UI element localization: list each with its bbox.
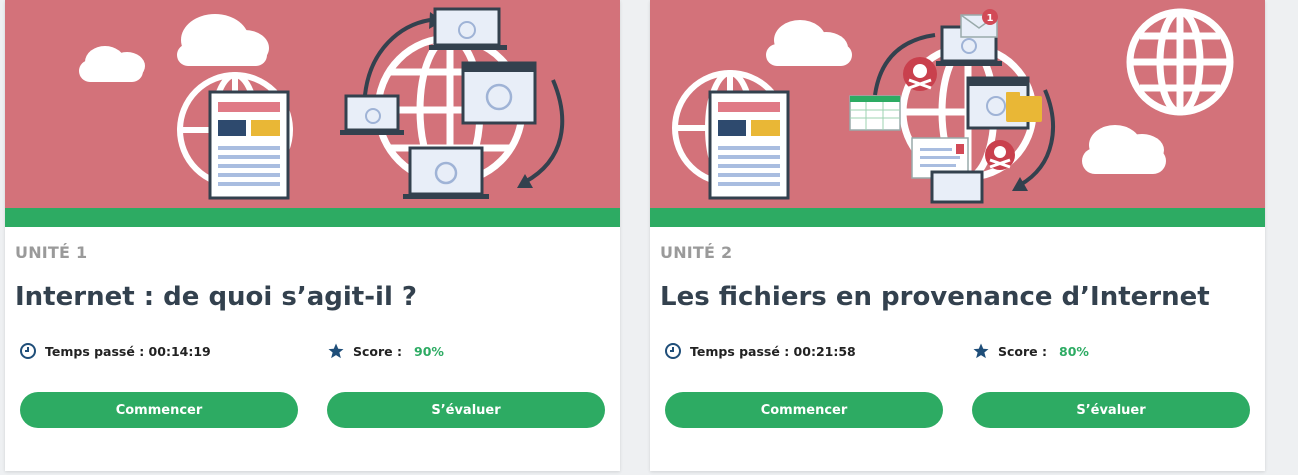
- unit-2-banner-illustration: 1: [650, 0, 1265, 208]
- time-spent-text: Temps passé : 00:14:19: [45, 343, 211, 359]
- folder-icon: [1006, 92, 1042, 122]
- unit-1-banner-illustration: [5, 0, 620, 208]
- score-label: Score :: [353, 343, 402, 359]
- star-icon: [327, 342, 345, 360]
- unit-label: UNITÉ 2: [660, 243, 733, 262]
- unit-card-body: UNITÉ 2 Les fichiers en provenance d’Int…: [650, 227, 1265, 471]
- accent-bar: [650, 208, 1265, 227]
- unit-card-1: UNITÉ 1 Internet : de quoi s’agit-il ? T…: [5, 0, 620, 471]
- time-spent: Temps passé : 00:14:19: [19, 342, 211, 360]
- time-spent: Temps passé : 00:21:58: [664, 342, 856, 360]
- notification-badge: 1: [982, 9, 998, 25]
- time-spent-text: Temps passé : 00:21:58: [690, 343, 856, 359]
- svg-text:1: 1: [987, 13, 994, 24]
- accent-bar: [5, 208, 620, 227]
- evaluate-button[interactable]: S’évaluer: [327, 392, 605, 428]
- score-value: 90%: [414, 343, 444, 359]
- skull-icon: [985, 140, 1015, 170]
- score-value: 80%: [1059, 343, 1089, 359]
- score: Score : 90%: [327, 342, 444, 360]
- monitor-icon: [429, 7, 507, 50]
- clock-icon: [664, 342, 682, 360]
- score-label: Score :: [998, 343, 1047, 359]
- score: Score : 80%: [972, 342, 1089, 360]
- unit-label: UNITÉ 1: [15, 243, 88, 262]
- start-button[interactable]: Commencer: [665, 392, 943, 428]
- unit-title: Internet : de quoi s’agit-il ?: [15, 282, 417, 312]
- start-button[interactable]: Commencer: [20, 392, 298, 428]
- unit-card-body: UNITÉ 1 Internet : de quoi s’agit-il ? T…: [5, 227, 620, 471]
- star-icon: [972, 342, 990, 360]
- evaluate-button[interactable]: S’évaluer: [972, 392, 1250, 428]
- units-grid: UNITÉ 1 Internet : de quoi s’agit-il ? T…: [0, 0, 1298, 475]
- clock-icon: [19, 342, 37, 360]
- unit-card-2: 1 UNITÉ 2 Les fichiers en provenance d’I…: [650, 0, 1265, 471]
- skull-icon: [903, 57, 937, 91]
- unit-title: Les fichiers en provenance d’Internet: [660, 282, 1210, 312]
